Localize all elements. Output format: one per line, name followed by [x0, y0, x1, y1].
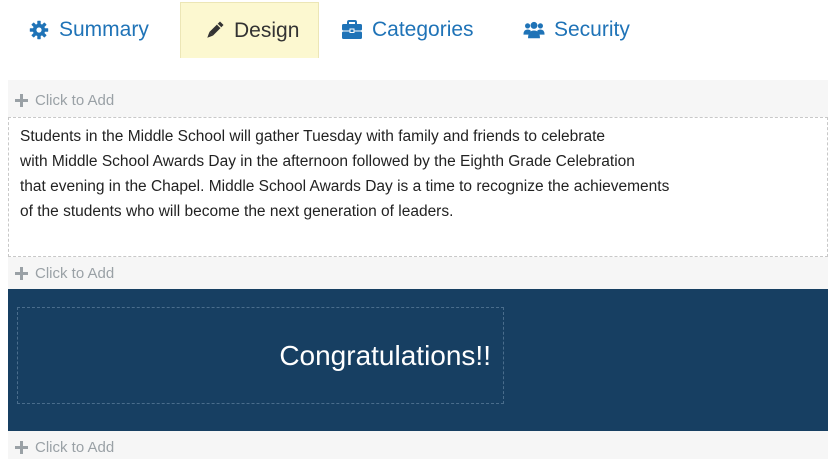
design-editor: Click to Add Students in the Middle Scho…: [8, 80, 828, 459]
tab-summary[interactable]: Summary: [28, 2, 149, 58]
banner-text-area[interactable]: Congratulations!!: [17, 307, 504, 404]
tab-design-label: Design: [234, 18, 300, 42]
click-to-add-button[interactable]: Click to Add: [8, 432, 828, 459]
tab-categories-label: Categories: [372, 18, 474, 41]
tab-bar: Summary Design Categories Security: [0, 0, 828, 58]
pencil-icon: [203, 20, 225, 42]
text-line: of the students who will become the next…: [20, 203, 454, 220]
plus-icon: [15, 93, 28, 107]
click-to-add-label: Click to Add: [35, 264, 115, 282]
click-to-add-button[interactable]: Click to Add: [8, 258, 828, 288]
tab-summary-label: Summary: [59, 18, 149, 41]
text-line: Students in the Middle School will gathe…: [20, 128, 606, 145]
plus-icon: [15, 266, 28, 280]
users-icon: [523, 19, 545, 41]
click-to-add-label: Click to Add: [35, 91, 115, 109]
tab-design[interactable]: Design: [180, 2, 319, 58]
tab-security-label: Security: [554, 18, 630, 41]
tab-categories[interactable]: Categories: [341, 2, 474, 58]
text-line: that evening in the Chapel. Middle Schoo…: [20, 178, 670, 195]
gear-icon: [28, 19, 50, 41]
text-line: with Middle School Awards Day in the aft…: [20, 153, 635, 170]
click-to-add-button[interactable]: Click to Add: [8, 85, 828, 115]
banner-block[interactable]: Congratulations!!: [8, 289, 828, 431]
tab-security[interactable]: Security: [523, 2, 630, 58]
click-to-add-label: Click to Add: [35, 438, 115, 456]
briefcase-icon: [341, 19, 363, 41]
banner-title: Congratulations!!: [279, 339, 491, 371]
text-content-block[interactable]: Students in the Middle School will gathe…: [8, 117, 828, 257]
plus-icon: [15, 440, 28, 454]
